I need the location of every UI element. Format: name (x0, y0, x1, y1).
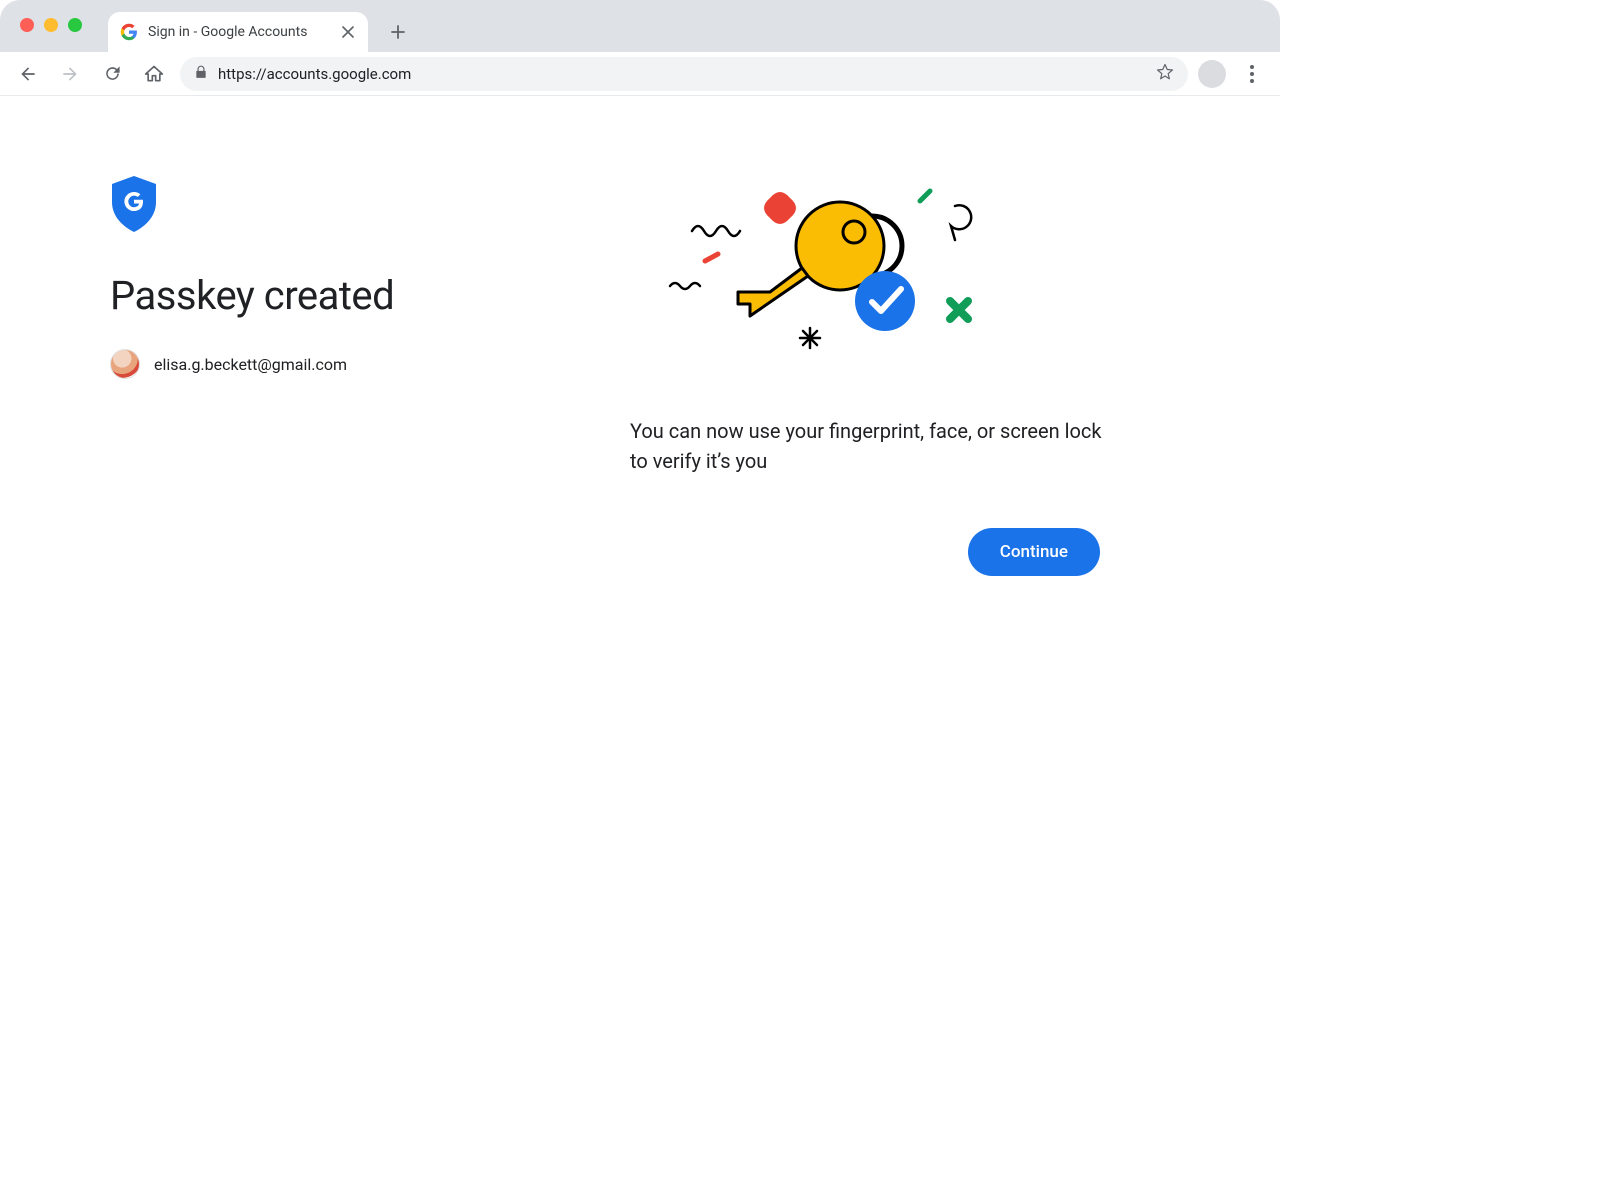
forward-button[interactable] (54, 58, 86, 90)
tab-close-button[interactable] (340, 24, 356, 40)
address-bar[interactable]: https://accounts.google.com (180, 57, 1188, 91)
url-text: https://accounts.google.com (218, 65, 411, 83)
profile-avatar[interactable] (1198, 60, 1226, 88)
browser-menu-button[interactable] (1236, 58, 1268, 90)
account-chip[interactable]: elisa.g.beckett@gmail.com (110, 349, 530, 379)
browser-toolbar: https://accounts.google.com (0, 52, 1280, 96)
back-button[interactable] (12, 58, 44, 90)
new-tab-button[interactable] (382, 16, 414, 48)
body-text: You can now use your fingerprint, face, … (630, 416, 1120, 476)
reload-button[interactable] (96, 58, 128, 90)
google-shield-icon (110, 176, 530, 236)
account-email: elisa.g.beckett@gmail.com (154, 355, 347, 374)
continue-button[interactable]: Continue (968, 528, 1100, 576)
google-favicon-icon (120, 23, 138, 41)
browser-window: Sign in - Google Accounts https://accoun… (0, 0, 1280, 960)
button-row: Continue (630, 528, 1100, 576)
window-minimize-button[interactable] (44, 18, 58, 32)
tab-title: Sign in - Google Accounts (148, 24, 330, 40)
passkey-illustration (630, 176, 1010, 376)
page-title: Passkey created (110, 272, 530, 319)
page-content: Passkey created elisa.g.beckett@gmail.co… (0, 96, 1280, 576)
browser-tab[interactable]: Sign in - Google Accounts (108, 12, 368, 52)
window-maximize-button[interactable] (68, 18, 82, 32)
left-column: Passkey created elisa.g.beckett@gmail.co… (110, 176, 530, 576)
lock-icon (194, 65, 208, 83)
bookmark-star-icon[interactable] (1156, 63, 1174, 85)
tab-strip: Sign in - Google Accounts (0, 0, 1280, 52)
window-controls (20, 18, 82, 32)
account-avatar-icon (110, 349, 140, 379)
home-button[interactable] (138, 58, 170, 90)
right-column: You can now use your fingerprint, face, … (630, 176, 1170, 576)
window-close-button[interactable] (20, 18, 34, 32)
